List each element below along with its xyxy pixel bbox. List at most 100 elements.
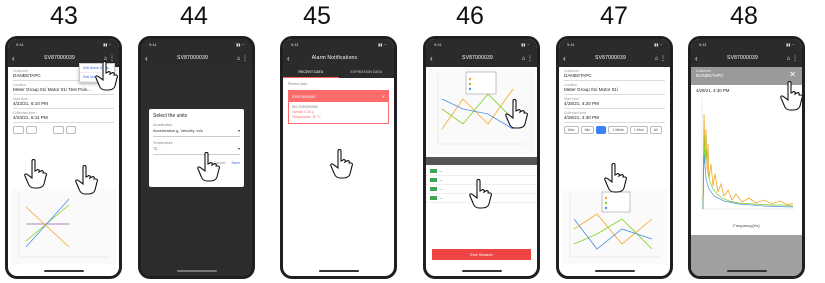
select-value: °C bbox=[153, 146, 158, 151]
spectrum-chart bbox=[694, 94, 799, 222]
status-bar: 9:41 ▮▮ ◔ bbox=[567, 41, 662, 47]
tap-hand-icon bbox=[23, 158, 49, 189]
phone-screen-43: 9:41 ▮▮ ◔ ‹ SV87000039 ⌂ ⋮ Edit Alarm Set… bbox=[5, 36, 122, 279]
status-badge bbox=[430, 187, 437, 191]
trend-chart-svg bbox=[569, 191, 660, 258]
header-title: SV87000039 bbox=[177, 55, 208, 61]
alarm-card[interactable]: SV87000040 ✕ SN: SV87000039 Overall: 0.2… bbox=[288, 90, 389, 124]
tab-recent-data[interactable]: RECENT DATA bbox=[283, 67, 339, 78]
field-value: DANBSTAPC bbox=[564, 73, 665, 81]
status-badge bbox=[430, 196, 437, 200]
phone-screen-48: 9:41 ▮▮ ◔ ‹ SV87000039 ⌂ ⋮ Customer DANBS… bbox=[688, 36, 805, 279]
section-label: Recent data bbox=[288, 82, 307, 86]
range-buttons: Max Min 1 Week 1 Mon All bbox=[559, 123, 670, 137]
range-button-month[interactable]: 1 Mon bbox=[630, 126, 648, 134]
header-title: SV87000039 bbox=[727, 55, 758, 61]
status-bar: 9:41 ▮▮ ◔ bbox=[16, 41, 111, 47]
alarm-card-header: SV87000040 ✕ bbox=[289, 91, 388, 102]
back-arrow-icon[interactable]: ‹ bbox=[12, 54, 22, 63]
field-value: 4/28/21, 4:30 PM bbox=[564, 115, 665, 123]
range-button-min[interactable]: Min bbox=[580, 126, 595, 134]
field-collected-time: Collected time 4/23/21, 6:11 PM bbox=[8, 109, 119, 123]
field-value: 4/28/21, 4:20 PM bbox=[564, 101, 665, 109]
select-value: Acceleration g, Velocity: in/s bbox=[153, 128, 203, 133]
more-icon[interactable]: ⌂ ⋮ bbox=[648, 55, 666, 62]
status-bar: 9:41 ▮▮ ◔ bbox=[699, 41, 794, 47]
phone-screen-44: 9:41 ▮▮ ◔ ‹ SV87000039 ⌂ ⋮ Select the uni… bbox=[138, 36, 255, 279]
step-number: 45 bbox=[303, 2, 331, 30]
back-arrow-icon[interactable]: ‹ bbox=[287, 54, 297, 63]
status-bar: 9:41 ▮▮ ◔ bbox=[291, 41, 386, 47]
phone-screen-47: 9:41 ▮▮ ◔ ‹ SV87000039 ⌂ ⋮ Customer DANBS… bbox=[556, 36, 673, 279]
more-icon[interactable]: ⌂ ⋮ bbox=[230, 55, 248, 62]
dropdown-arrow-icon: ▾ bbox=[237, 128, 240, 133]
tap-hand-icon bbox=[779, 80, 802, 111]
alarm-line: Temperature: 30 °C bbox=[292, 115, 321, 119]
end-session-button[interactable]: End Session bbox=[432, 249, 531, 260]
app-header: ‹ Alarm Notifications bbox=[283, 49, 394, 67]
range-button-all[interactable]: All bbox=[649, 126, 662, 134]
tap-hand-icon bbox=[504, 98, 530, 129]
acceleration-unit-select[interactable]: Acceleration g, Velocity: in/s ▾ bbox=[153, 127, 240, 137]
app-header: ‹ SV87000039 ⌂ ⋮ bbox=[691, 49, 802, 67]
trend-chart-svg bbox=[18, 194, 109, 258]
phone-screen-45: 9:41 ▮▮ ◔ ‹ Alarm Notifications RECENT DA… bbox=[280, 36, 397, 279]
alarm-tabs: RECENT DATA EXPIRATION DATA bbox=[283, 67, 394, 78]
close-icon[interactable]: ✕ bbox=[382, 94, 385, 99]
range-button[interactable] bbox=[25, 126, 37, 134]
header-title: SV87000039 bbox=[595, 55, 626, 61]
range-button[interactable] bbox=[52, 126, 64, 134]
more-icon[interactable]: ⌂ ⋮ bbox=[515, 55, 533, 62]
spectrum-chart-svg bbox=[701, 98, 794, 210]
close-icon[interactable]: ✕ bbox=[789, 70, 796, 79]
app-header: ‹ SV87000039 ⌂ ⋮ bbox=[559, 49, 670, 67]
trend-chart bbox=[11, 189, 116, 264]
x-axis-label: Frequency(Hz) bbox=[733, 223, 760, 228]
step-number: 47 bbox=[600, 2, 628, 30]
save-button[interactable]: Save bbox=[231, 161, 240, 165]
tap-hand-icon bbox=[468, 178, 494, 209]
step-number: 46 bbox=[456, 2, 484, 30]
status-badge bbox=[430, 178, 437, 182]
back-arrow-icon[interactable]: ‹ bbox=[695, 54, 705, 63]
tap-hand-icon bbox=[94, 60, 119, 91]
status-bar: 9:41 ▮▮ ◔ bbox=[149, 41, 244, 47]
range-button-week[interactable]: 1 Week bbox=[608, 126, 629, 134]
alarm-card-body: SN: SV87000039 Overall: 0.25 g Temperatu… bbox=[289, 102, 388, 123]
home-indicator bbox=[44, 270, 84, 272]
step-number: 43 bbox=[50, 2, 78, 30]
field-value: DANBSTAPC bbox=[696, 73, 724, 78]
range-button-selected[interactable] bbox=[596, 126, 607, 134]
field-collected-time: Collected time 4/28/21, 4:30 PM bbox=[559, 109, 670, 123]
range-button[interactable] bbox=[65, 126, 76, 134]
more-icon[interactable]: ⌂ ⋮ bbox=[780, 55, 798, 62]
table-row: — bbox=[426, 167, 537, 176]
home-indicator bbox=[462, 270, 502, 272]
phone-screen-46: 9:41 ▮▮ ◔ ‹ SV87000039 ⌂ ⋮ — — — — End Se… bbox=[423, 36, 540, 279]
header-title: SV87000039 bbox=[462, 55, 493, 61]
trend-chart bbox=[562, 189, 667, 264]
home-indicator bbox=[727, 270, 767, 272]
back-arrow-icon[interactable]: ‹ bbox=[145, 54, 155, 63]
tap-hand-icon bbox=[603, 162, 629, 193]
tap-hand-icon bbox=[196, 151, 222, 182]
field-start-time: Start time 4/28/21, 4:20 PM bbox=[559, 95, 670, 109]
status-bar: 9:41 ▮▮ ◔ bbox=[434, 41, 529, 47]
field-value: 4/23/21, 6:10 PM bbox=[13, 101, 114, 109]
home-indicator bbox=[595, 270, 635, 272]
header-title: SV87000039 bbox=[44, 55, 75, 61]
header-title: Alarm Notifications bbox=[311, 55, 358, 61]
dropdown-arrow-icon: ▾ bbox=[237, 146, 240, 151]
range-button[interactable] bbox=[13, 126, 24, 134]
range-button-max[interactable]: Max bbox=[564, 126, 579, 134]
range-buttons bbox=[8, 123, 119, 137]
tap-hand-icon bbox=[74, 164, 100, 195]
back-arrow-icon[interactable]: ‹ bbox=[563, 54, 573, 63]
field-value: Meter Group 01/ Motor 01/ bbox=[564, 87, 665, 95]
field-value: 4/23/21, 6:11 PM bbox=[13, 115, 114, 123]
home-indicator bbox=[177, 270, 217, 272]
tab-expiration-data[interactable]: EXPIRATION DATA bbox=[339, 67, 395, 78]
field-customer: Customer DANBSTAPC bbox=[559, 67, 670, 81]
back-arrow-icon[interactable]: ‹ bbox=[430, 54, 440, 63]
app-header: ‹ SV87000039 ⌂ ⋮ bbox=[426, 49, 537, 67]
